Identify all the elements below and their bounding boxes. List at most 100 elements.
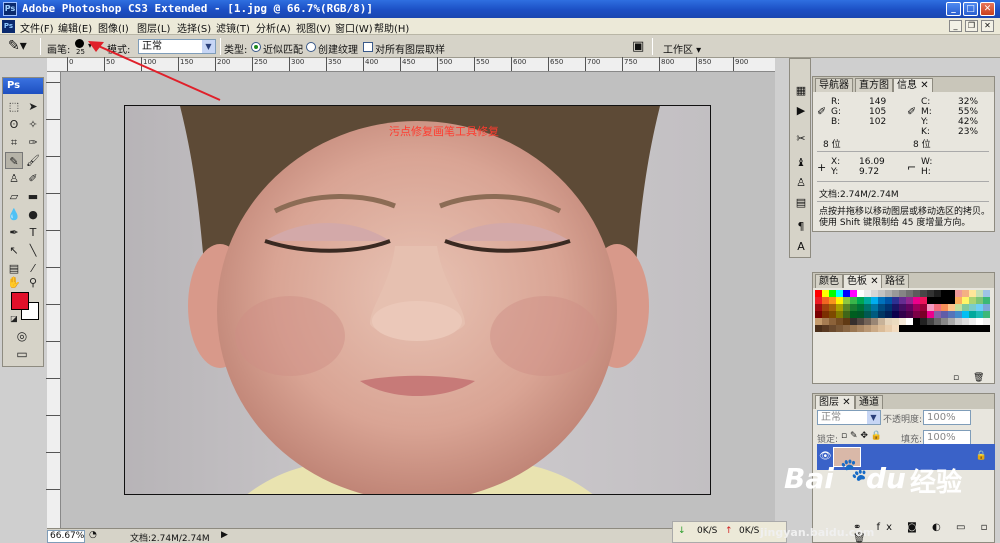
swatch-cell[interactable]: [948, 318, 955, 325]
swatch-cell[interactable]: [878, 297, 885, 304]
swatch-cell[interactable]: [878, 318, 885, 325]
swatch-cell[interactable]: [920, 304, 927, 311]
clone-source-icon[interactable]: ♙: [793, 175, 809, 191]
swatch-cell[interactable]: [927, 318, 934, 325]
menu-analysis[interactable]: 分析(A): [256, 20, 291, 35]
lasso-tool-icon[interactable]: ʘ: [5, 116, 23, 133]
swatch-cell[interactable]: [871, 297, 878, 304]
sample-all-layers-checkbox[interactable]: [363, 42, 373, 52]
swatch-cell[interactable]: [948, 325, 955, 332]
close-button[interactable]: ✕: [980, 2, 995, 16]
marquee-tool-icon[interactable]: ⬚: [5, 98, 23, 115]
swatch-cell[interactable]: [927, 325, 934, 332]
swatch-cell[interactable]: [892, 304, 899, 311]
layer-comps-icon[interactable]: ▤: [793, 195, 809, 211]
swatch-cell[interactable]: [892, 311, 899, 318]
swatch-cell[interactable]: [857, 325, 864, 332]
swatch-cell[interactable]: [843, 325, 850, 332]
swatch-cell[interactable]: [871, 318, 878, 325]
swatch-cell[interactable]: [955, 311, 962, 318]
swatch-cell[interactable]: [864, 304, 871, 311]
hand-tool-icon[interactable]: ✋: [5, 274, 23, 291]
brush-tool-icon[interactable]: 🖌: [24, 152, 42, 169]
menu-window[interactable]: 窗口(W): [335, 20, 373, 35]
lock-icons[interactable]: ▫ ✎ ✥ 🔒: [841, 431, 882, 441]
swatch-cell[interactable]: [934, 325, 941, 332]
swatch-cell[interactable]: [871, 304, 878, 311]
swatch-cell[interactable]: [822, 325, 829, 332]
swatch-cell[interactable]: [906, 318, 913, 325]
swatch-cell[interactable]: [969, 290, 976, 297]
swatch-cell[interactable]: [843, 297, 850, 304]
maximize-button[interactable]: □: [963, 2, 978, 16]
pen-tool-icon[interactable]: ✒: [5, 224, 23, 241]
swatch-cell[interactable]: [850, 325, 857, 332]
swatch-cell[interactable]: [822, 290, 829, 297]
swatch-cell[interactable]: [969, 311, 976, 318]
swatch-cell[interactable]: [864, 297, 871, 304]
history-brush-tool-icon[interactable]: ✐: [24, 170, 42, 187]
swatch-cell[interactable]: [857, 304, 864, 311]
crop-tool-icon[interactable]: ⌗: [5, 134, 23, 151]
swatch-cell[interactable]: [829, 297, 836, 304]
menu-select[interactable]: 选择(S): [177, 20, 211, 35]
swatch-cell[interactable]: [892, 297, 899, 304]
screen-mode-icon[interactable]: ▭: [13, 346, 31, 363]
swatch-cell[interactable]: [927, 297, 934, 304]
quick-mask-icon[interactable]: ◎: [13, 328, 31, 345]
swatch-cell[interactable]: [948, 311, 955, 318]
spot-healing-brush-tool-icon[interactable]: ✎: [5, 152, 23, 169]
move-tool-icon[interactable]: ➤: [24, 98, 42, 115]
swatch-cell[interactable]: [941, 290, 948, 297]
swatch-cell[interactable]: [976, 325, 983, 332]
swatch-cell[interactable]: [864, 318, 871, 325]
swatch-cell[interactable]: [857, 290, 864, 297]
swatch-cell[interactable]: [976, 318, 983, 325]
swatch-cell[interactable]: [962, 311, 969, 318]
tab-histogram[interactable]: 直方图: [855, 78, 893, 92]
swatch-cell[interactable]: [836, 304, 843, 311]
swatch-cell[interactable]: [836, 318, 843, 325]
swatch-cell[interactable]: [934, 290, 941, 297]
bridge-icon[interactable]: ▣: [632, 39, 644, 54]
swatch-cell[interactable]: [976, 304, 983, 311]
swatch-cell[interactable]: [885, 311, 892, 318]
swatch-cell[interactable]: [899, 325, 906, 332]
swatch-cell[interactable]: [815, 311, 822, 318]
swatch-cell[interactable]: [899, 290, 906, 297]
swatch-cell[interactable]: [857, 311, 864, 318]
swatch-cell[interactable]: [920, 297, 927, 304]
swatch-cell[interactable]: [955, 325, 962, 332]
swatch-cell[interactable]: [948, 304, 955, 311]
type-tool-icon[interactable]: T: [24, 224, 42, 241]
swatch-cell[interactable]: [913, 318, 920, 325]
swatch-cell[interactable]: [941, 311, 948, 318]
swatch-cell[interactable]: [829, 290, 836, 297]
swatch-cell[interactable]: [885, 304, 892, 311]
swatch-cell[interactable]: [920, 290, 927, 297]
swatch-cell[interactable]: [934, 304, 941, 311]
app-menu-icon[interactable]: Ps: [2, 20, 15, 33]
swatch-cell[interactable]: [892, 325, 899, 332]
swatch-cell[interactable]: [927, 290, 934, 297]
line-tool-icon[interactable]: ╲: [24, 242, 42, 259]
close-icon[interactable]: ✕: [870, 276, 878, 287]
swatch-cell[interactable]: [948, 297, 955, 304]
swatch-cell[interactable]: [857, 318, 864, 325]
character-icon[interactable]: A: [793, 239, 809, 255]
doc-close-button[interactable]: ✕: [981, 20, 994, 32]
actions-icon[interactable]: ▶: [793, 103, 809, 119]
swatch-cell[interactable]: [850, 304, 857, 311]
tab-info[interactable]: 信息 ✕: [893, 78, 933, 92]
swatch-cell[interactable]: [913, 325, 920, 332]
swatch-cell[interactable]: [822, 311, 829, 318]
swatch-cell[interactable]: [892, 290, 899, 297]
tab-paths[interactable]: 路径: [881, 274, 909, 288]
swatch-cell[interactable]: [955, 318, 962, 325]
swatch-cell[interactable]: [815, 297, 822, 304]
swatch-cell[interactable]: [899, 318, 906, 325]
brushes-icon[interactable]: ♝: [793, 155, 809, 171]
delete-swatch-icon[interactable]: 🗑: [973, 373, 984, 383]
swatch-cell[interactable]: [822, 304, 829, 311]
swatch-cell[interactable]: [885, 325, 892, 332]
